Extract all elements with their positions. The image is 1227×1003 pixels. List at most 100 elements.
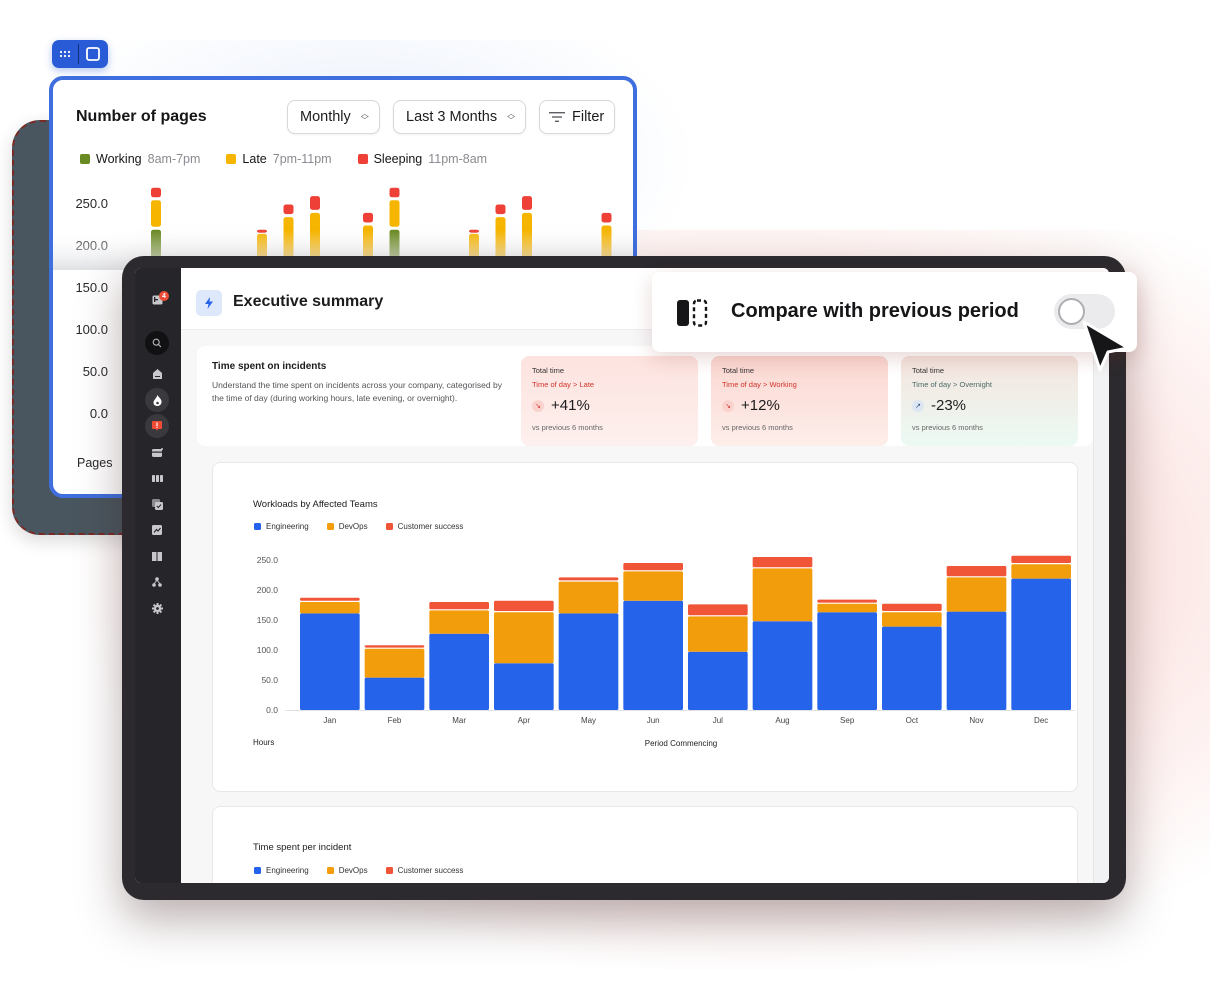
- grid-dots-icon[interactable]: [52, 40, 78, 68]
- legend-label: DevOps: [338, 866, 368, 875]
- stat-card-late[interactable]: Total time Time of day > Late ↘ +41% vs …: [521, 356, 698, 446]
- pages-bar-segment-sleeping: [151, 187, 161, 198]
- bar-segment-devops[interactable]: [558, 581, 619, 614]
- trend-down-icon: ↘: [722, 399, 734, 412]
- stat-value-row: ↗ -23%: [912, 397, 1067, 414]
- sidebar-item-catalog[interactable]: [145, 544, 169, 568]
- compare-period-popup: Compare with previous period: [652, 272, 1137, 352]
- bar-segment-engineering[interactable]: [364, 677, 425, 710]
- bar-segment-devops[interactable]: [817, 603, 877, 613]
- home-icon: [152, 369, 162, 379]
- time-per-incident-card: Time spent per incident Engineering DevO…: [212, 806, 1078, 883]
- incidents-summary-card: Time spent on incidents Understand the t…: [197, 346, 1093, 446]
- stat-note: vs previous 6 months: [532, 423, 603, 432]
- bar-segment-devops[interactable]: [688, 616, 748, 652]
- sidebar-item-teams[interactable]: [145, 570, 169, 594]
- bar-segment-engineering[interactable]: [429, 633, 489, 710]
- y-axis-label: Hours: [253, 738, 274, 747]
- bar-segment-engineering[interactable]: [946, 611, 1007, 710]
- bar-segment-engineering[interactable]: [752, 621, 813, 710]
- bar-segment-engineering[interactable]: [1011, 578, 1071, 710]
- sidebar-item-search[interactable]: [145, 331, 169, 355]
- stat-label: Total time: [722, 366, 755, 375]
- x-tick-label: Jan: [323, 716, 336, 725]
- bar-segment-customer-success[interactable]: [494, 600, 554, 611]
- bar-segment-customer-success[interactable]: [688, 604, 748, 616]
- stat-label: Total time: [912, 366, 945, 375]
- x-tick-label: Nov: [969, 716, 983, 725]
- bar-segment-devops[interactable]: [429, 610, 489, 634]
- stat-card-working[interactable]: Total time Time of day > Working ↘ +12% …: [711, 356, 888, 446]
- x-tick-label: May: [581, 716, 596, 725]
- bar-segment-engineering[interactable]: [882, 626, 942, 710]
- x-tick-label: Sep: [840, 716, 855, 725]
- y-tick-label: 0.0: [266, 705, 278, 715]
- bar-segment-customer-success[interactable]: [882, 603, 942, 611]
- workloads-chart-card: Workloads by Affected Teams Engineering …: [212, 462, 1078, 792]
- y-tick-label: 250.0: [257, 555, 279, 565]
- legend-swatch: [385, 867, 393, 874]
- bar-segment-devops[interactable]: [946, 577, 1007, 612]
- bar-segment-engineering[interactable]: [300, 613, 360, 710]
- notification-badge: 4: [159, 291, 169, 301]
- stat-breadcrumb: Time of day > Late: [532, 380, 595, 389]
- legend-item-devops: DevOps: [326, 866, 368, 875]
- y-tick-label: 100.0: [257, 645, 279, 655]
- sidebar-item-incidents[interactable]: [145, 388, 169, 412]
- x-axis-label: Period Commencing: [645, 739, 717, 748]
- bar-segment-devops[interactable]: [1011, 564, 1071, 579]
- bar-segment-customer-success[interactable]: [752, 557, 813, 568]
- legend-label: Customer success: [397, 866, 464, 875]
- bar-segment-customer-success[interactable]: [817, 599, 877, 603]
- sidebar-item-settings[interactable]: [145, 596, 169, 620]
- legend-swatch: [326, 867, 334, 874]
- bar-segment-engineering[interactable]: [817, 612, 877, 710]
- stat-breadcrumb: Time of day > Overnight: [912, 380, 993, 389]
- stat-value-row: ↘ +12%: [722, 397, 877, 414]
- sidebar-item-status-pages[interactable]: [145, 440, 169, 464]
- bar-segment-engineering[interactable]: [494, 663, 554, 710]
- bar-segment-customer-success[interactable]: [623, 563, 683, 571]
- sidebar-item-workflows[interactable]: [145, 492, 169, 516]
- search-icon: [152, 338, 162, 348]
- pages-bar-segment-sleeping: [363, 212, 373, 223]
- y-tick-label: 200.0: [257, 585, 279, 595]
- bar-segment-engineering[interactable]: [688, 651, 748, 710]
- bar-segment-customer-success[interactable]: [946, 566, 1007, 577]
- y-tick-label: 50.0: [261, 675, 278, 685]
- bar-segment-devops[interactable]: [752, 568, 813, 622]
- bar-segment-devops[interactable]: [300, 602, 360, 614]
- sidebar-item-columns[interactable]: [145, 466, 169, 490]
- insights-icon: [152, 525, 162, 535]
- bar-segment-customer-success[interactable]: [364, 645, 425, 648]
- bar-segment-devops[interactable]: [623, 571, 683, 601]
- sidebar-item-insights[interactable]: [145, 518, 169, 542]
- legend-label: Engineering: [266, 866, 309, 875]
- incident-fire-icon: [153, 394, 162, 406]
- stat-card-overnight[interactable]: Total time Time of day > Overnight ↗ -23…: [901, 356, 1078, 446]
- sidebar-item-alerts[interactable]: [145, 414, 169, 438]
- frame-icon[interactable]: [79, 40, 107, 68]
- mouse-cursor-icon: [1082, 320, 1130, 372]
- stat-note: vs previous 6 months: [912, 423, 983, 432]
- stat-value: +41%: [551, 397, 590, 414]
- x-tick-label: Jun: [647, 716, 660, 725]
- pages-bar-segment-sleeping: [283, 204, 294, 215]
- bar-segment-customer-success[interactable]: [1011, 555, 1071, 563]
- bar-segment-customer-success[interactable]: [558, 577, 619, 581]
- bar-segment-engineering[interactable]: [623, 600, 683, 710]
- scrollbar-rail[interactable]: [1093, 330, 1109, 883]
- x-tick-label: Dec: [1034, 716, 1048, 725]
- legend-item-customer-success: Customer success: [385, 866, 464, 875]
- alert-icon: [152, 420, 162, 431]
- bar-segment-engineering[interactable]: [558, 613, 619, 710]
- pages-bar-segment-sleeping: [495, 204, 506, 215]
- bar-segment-customer-success[interactable]: [300, 597, 360, 601]
- columns-icon: [151, 474, 163, 482]
- bar-segment-devops[interactable]: [364, 648, 425, 678]
- sidebar-item-home[interactable]: [145, 362, 169, 386]
- bar-segment-customer-success[interactable]: [429, 602, 489, 610]
- bar-segment-devops[interactable]: [882, 612, 942, 627]
- view-toolbar: [52, 40, 108, 68]
- bar-segment-devops[interactable]: [494, 612, 554, 664]
